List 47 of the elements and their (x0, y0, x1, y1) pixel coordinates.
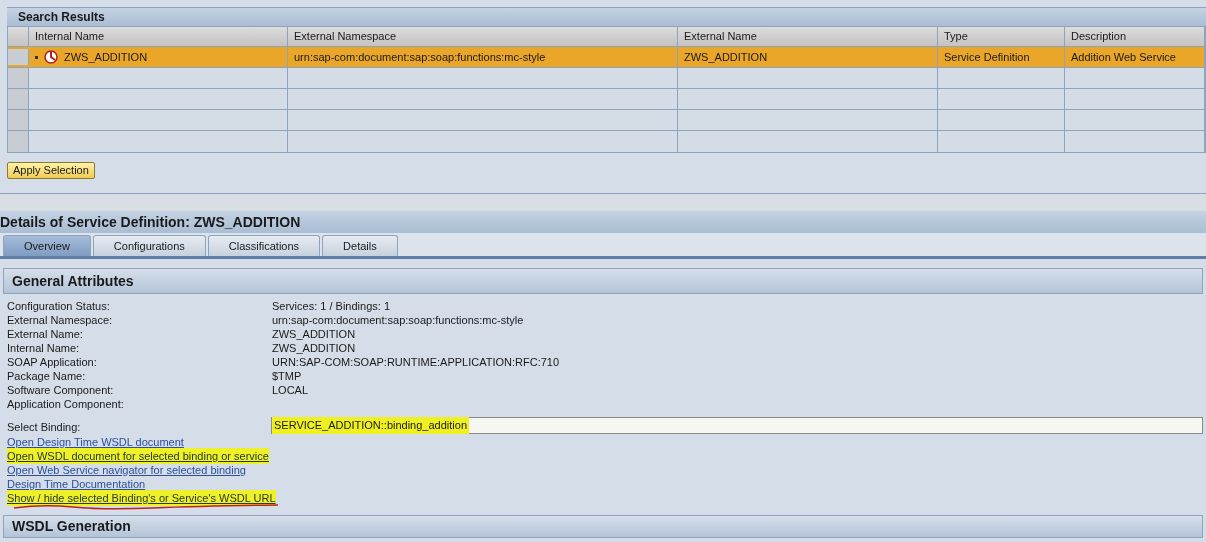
attribute-label: Select Binding: (7, 419, 82, 435)
binding-select-field[interactable]: SERVICE_ADDITION::binding_addition (271, 417, 1203, 434)
link[interactable]: Open WSDL document for selected binding or service (7, 447, 269, 465)
attribute-value: ZWS_ADDITION (272, 326, 356, 342)
attribute-value: urn:sap-com:document:sap:soap:functions:mc-style (272, 312, 524, 328)
tab[interactable]: Classifications (207, 235, 321, 256)
attribute-value: URN:SAP-COM:SOAP:RUNTIME:APPLICATION:RFC:710 (272, 354, 560, 370)
bullet-icon (35, 55, 38, 59)
table-cell-text: ZWS_ADDITION (684, 49, 768, 65)
table-cell-text: ZWS_ADDITION (64, 49, 148, 65)
section-title: Search Results (18, 9, 105, 26)
details-title: Details of Service Definition: ZWS_ADDITION (0, 212, 301, 232)
row-selector[interactable] (8, 89, 29, 109)
column-header[interactable]: External Namespace (288, 27, 678, 46)
field-value: SERVICE_ADDITION::binding_addition (272, 417, 469, 434)
section-title: WSDL Generation (12, 517, 131, 536)
attribute-label: Internal Name: (7, 340, 81, 356)
column-header[interactable]: Description (1065, 27, 1205, 46)
attribute-value: Services: 1 / Bindings: 1 (272, 298, 390, 314)
table-cell-text: Addition Web Service (1071, 49, 1176, 65)
tab[interactable]: Details (322, 235, 398, 256)
row-selector[interactable] (8, 68, 29, 88)
attribute-value: LOCAL (272, 382, 309, 398)
attribute-label: Package Name: (7, 368, 87, 384)
attribute-label: External Namespace: (7, 312, 114, 328)
attribute-value: $TMP (272, 368, 302, 384)
service-icon (44, 50, 58, 64)
column-header[interactable]: External Name (678, 27, 938, 46)
row-selector[interactable] (8, 131, 29, 152)
attribute-label: External Name: (7, 326, 84, 342)
attribute-value: ZWS_ADDITION (272, 340, 356, 356)
section-title: General Attributes (12, 271, 134, 291)
column-header[interactable]: Internal Name (29, 27, 288, 46)
table-cell-text: Service Definition (944, 49, 1030, 65)
tab[interactable]: Configurations (92, 235, 206, 256)
tab[interactable]: Overview (3, 235, 91, 256)
attribute-label: Configuration Status: (7, 298, 111, 314)
table-cell-text: urn:sap-com:document:sap:soap:functions:mc-style (294, 49, 546, 65)
apply-selection-button[interactable]: Apply Selection (7, 162, 95, 179)
link[interactable]: Show / hide selected Binding's or Service's WSDL URL (7, 489, 276, 507)
attribute-label: SOAP Application: (7, 354, 98, 370)
table-row[interactable]: ZWS_ADDITION urn:sap-com:document:sap:soap:functions:mc-style ZWS_ADDITION Service Definition Addition Web Service (8, 47, 1205, 68)
attribute-label: Application Component: (7, 396, 125, 412)
attribute-label: Software Component: (7, 382, 115, 398)
column-header[interactable]: Type (938, 27, 1065, 46)
row-selector[interactable] (8, 110, 29, 130)
row-selector[interactable] (8, 49, 29, 65)
